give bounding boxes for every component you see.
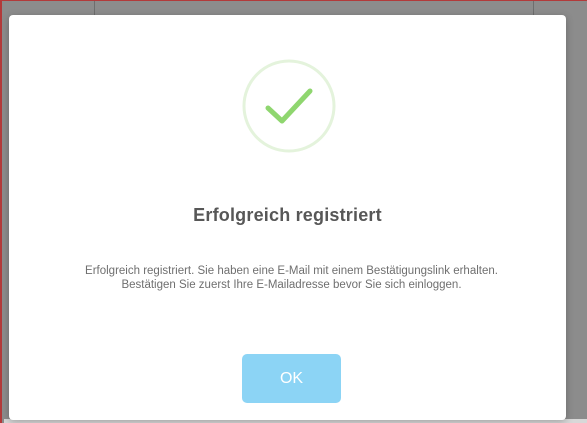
success-checkmark-icon <box>242 59 336 153</box>
ok-button[interactable]: OK <box>242 354 341 403</box>
success-dialog: Erfolgreich registriert Erfolgreich regi… <box>9 15 566 420</box>
dialog-message: Erfolgreich registriert. Sie haben eine … <box>85 265 498 291</box>
dialog-title: Erfolgreich registriert <box>193 205 382 225</box>
